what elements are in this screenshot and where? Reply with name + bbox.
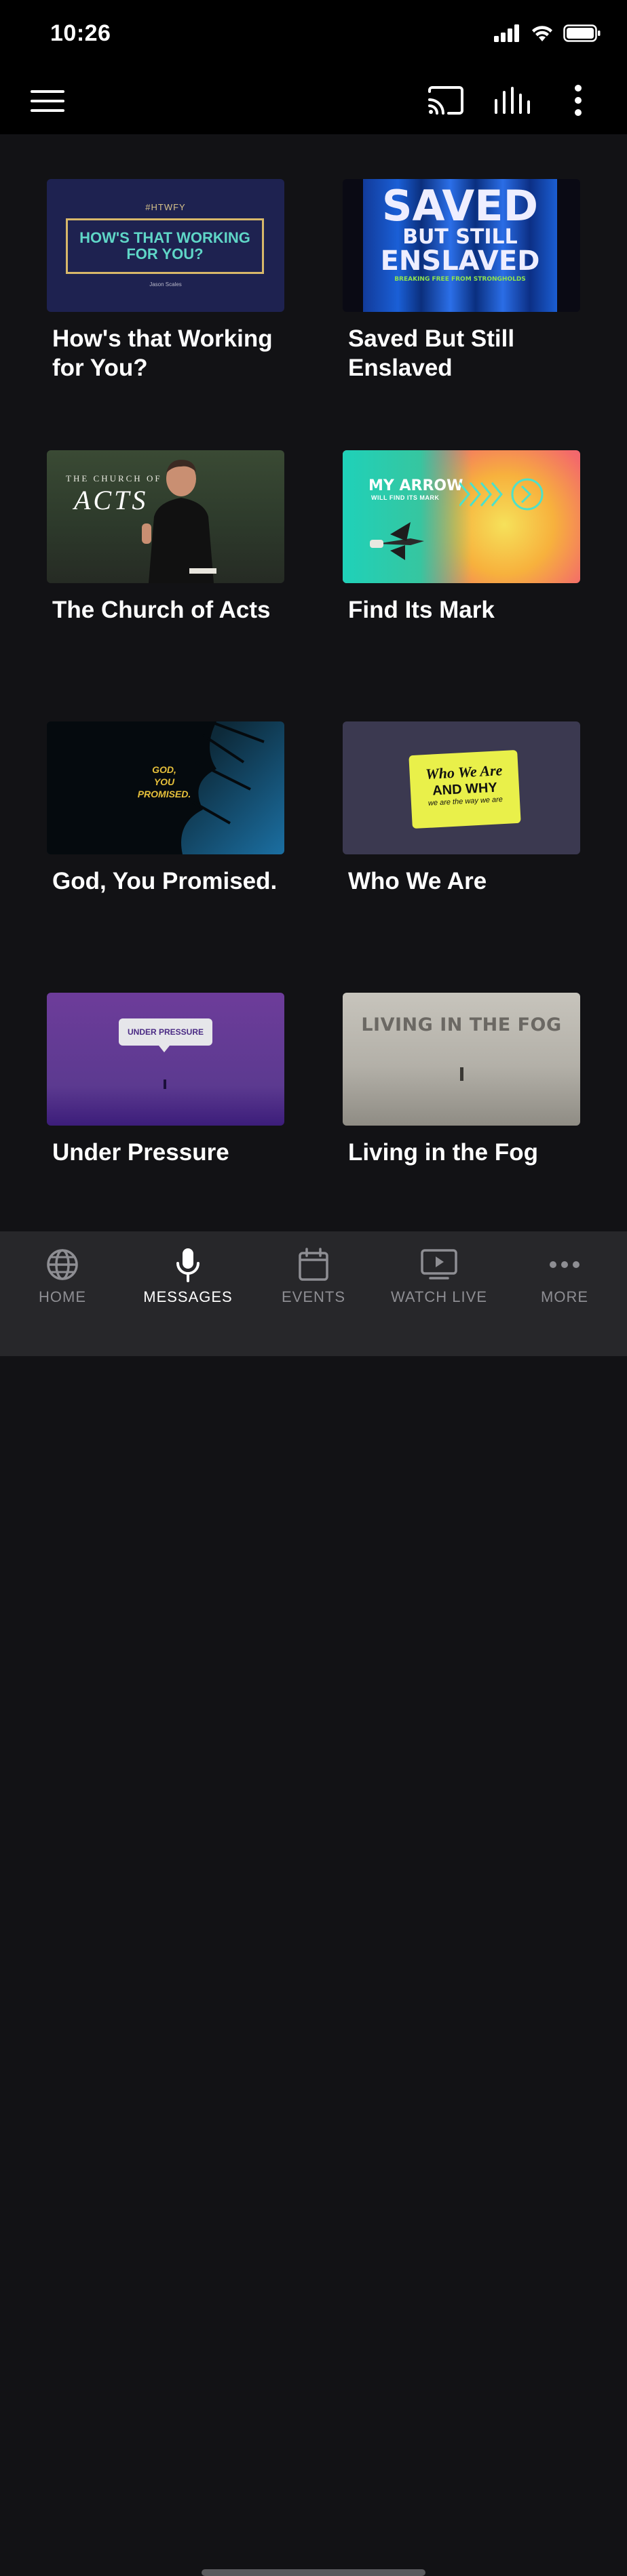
speaker-figure	[142, 460, 216, 583]
thumbnail-line-2: WILL FIND ITS MARK	[371, 494, 440, 501]
message-card[interactable]: SAVED BUT STILL ENSLAVED BREAKING FREE F…	[343, 179, 580, 382]
thumbnail-line-2: YOU	[153, 776, 175, 787]
thumbnail-line-3: PROMISED.	[137, 789, 191, 799]
message-title[interactable]: The Church of Acts	[47, 595, 283, 625]
hamburger-menu-icon	[31, 90, 64, 112]
message-card[interactable]: LIVING IN THE FOG Living in the Fog	[343, 993, 580, 1167]
status-icons	[494, 24, 601, 42]
tab-watch-live[interactable]: WATCH LIVE	[377, 1244, 501, 1306]
tab-label: WATCH LIVE	[390, 1288, 487, 1305]
message-card[interactable]: #HTWFY HOW'S THAT WORKING FOR YOU? Jason…	[47, 179, 284, 382]
app-bar	[0, 68, 627, 134]
chevrons-decoration	[459, 478, 544, 511]
thumbnail-author: Jason Scales	[149, 281, 182, 288]
cellular-signal-icon	[494, 24, 519, 42]
vertical-ellipsis-icon	[575, 85, 582, 116]
audio-bars-icon	[495, 87, 530, 114]
bubble-tail	[159, 1046, 170, 1052]
message-card[interactable]: GOD, YOU PROMISED. God, You Promised.	[47, 721, 284, 896]
figure-silhouette	[460, 1067, 463, 1081]
wifi-icon	[532, 26, 552, 41]
audio-button[interactable]	[493, 83, 532, 118]
horizontal-ellipsis-icon	[550, 1261, 580, 1268]
message-card[interactable]: THE CHURCH OF ACTS The Church of Acts	[47, 450, 284, 625]
message-title[interactable]: Under Pressure	[47, 1138, 283, 1167]
tab-messages[interactable]: MESSAGES	[126, 1244, 250, 1306]
tab-events[interactable]: EVENTS	[251, 1244, 376, 1306]
message-title[interactable]: Who We Are	[343, 867, 579, 896]
tab-more[interactable]: MORE	[502, 1244, 627, 1306]
message-title[interactable]: Living in the Fog	[343, 1138, 579, 1167]
calendar-icon	[299, 1248, 328, 1281]
tab-label: HOME	[39, 1288, 86, 1305]
status-time: 10:26	[50, 20, 111, 46]
figure-silhouette	[164, 1079, 166, 1089]
message-title[interactable]: How's that Working for You?	[47, 324, 283, 382]
tv-play-icon	[421, 1249, 457, 1280]
messages-grid: #HTWFY HOW'S THAT WORKING FOR YOU? Jason…	[0, 134, 627, 1231]
thumbnail-line-1: GOD,	[152, 764, 176, 775]
cast-button[interactable]	[426, 83, 466, 118]
message-thumbnail[interactable]: Who We Are AND WHY we are the way we are	[343, 721, 580, 854]
globe-icon	[47, 1249, 78, 1280]
status-bar: 10:26	[0, 0, 627, 68]
thumbnail-tag: #HTWFY	[145, 202, 186, 212]
message-thumbnail[interactable]: THE CHURCH OF ACTS	[47, 450, 284, 583]
bottom-tab-bar: HOME MESSAGES EVENTS WATCH LIVE MORE	[0, 1231, 627, 2576]
message-card[interactable]: UNDER PRESSURE Under Pressure	[47, 993, 284, 1167]
thumbnail-line-3: ENSLAVED	[380, 245, 540, 277]
home-indicator	[202, 2569, 425, 2576]
dart-figure	[370, 522, 424, 560]
tab-label: MORE	[541, 1288, 588, 1305]
thumbnail-headline: HOW'S THAT WORKING FOR YOU?	[66, 218, 264, 274]
message-title[interactable]: Find Its Mark	[343, 595, 579, 625]
thumbnail-bubble: UNDER PRESSURE	[119, 1018, 212, 1046]
more-options-button[interactable]	[565, 83, 592, 118]
thumbnail-line-1: SAVED	[381, 181, 539, 231]
message-thumbnail[interactable]: LIVING IN THE FOG	[343, 993, 580, 1126]
tab-home[interactable]: HOME	[0, 1244, 125, 1306]
microphone-icon	[176, 1248, 200, 1282]
message-title[interactable]: Saved But Still Enslaved	[343, 324, 579, 382]
message-thumbnail[interactable]: MY ARROW WILL FIND ITS MARK	[343, 450, 580, 583]
cast-icon	[428, 86, 463, 115]
thumbnail-headline: LIVING IN THE FOG	[361, 1014, 562, 1035]
message-thumbnail[interactable]: UNDER PRESSURE	[47, 993, 284, 1126]
message-thumbnail[interactable]: SAVED BUT STILL ENSLAVED BREAKING FREE F…	[343, 179, 580, 312]
thumbnail-line-1: MY ARROW	[368, 477, 463, 494]
message-thumbnail[interactable]: GOD, YOU PROMISED.	[47, 721, 284, 854]
message-thumbnail[interactable]: #HTWFY HOW'S THAT WORKING FOR YOU? Jason…	[47, 179, 284, 312]
tab-label: MESSAGES	[143, 1288, 233, 1305]
battery-icon	[563, 24, 601, 42]
message-title[interactable]: God, You Promised.	[47, 867, 283, 896]
thumbnail-subtitle: BREAKING FREE FROM STRONGHOLDS	[394, 276, 526, 283]
menu-button[interactable]	[27, 84, 68, 118]
message-card[interactable]: Who We Are AND WHY we are the way we are…	[343, 721, 580, 896]
tab-label: EVENTS	[281, 1288, 346, 1305]
message-card[interactable]: MY ARROW WILL FIND ITS MARK Find Its Mar…	[343, 450, 580, 625]
thumbnail-line-2: ACTS	[74, 485, 149, 515]
